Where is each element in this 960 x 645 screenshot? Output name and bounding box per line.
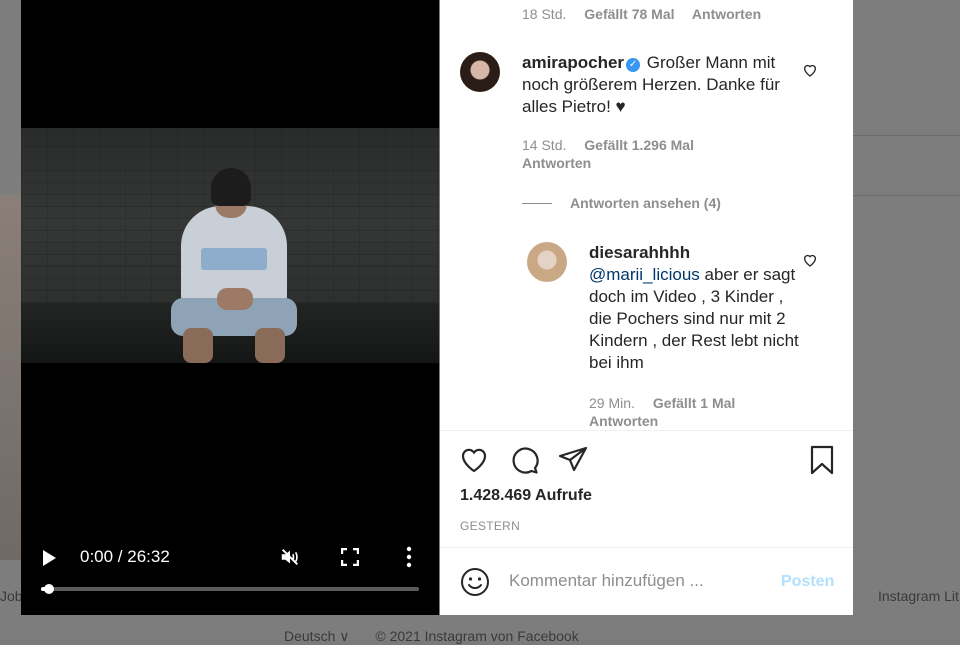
comment-input[interactable]	[509, 571, 769, 591]
hoodie-print	[201, 248, 267, 270]
play-icon[interactable]	[43, 550, 56, 566]
reply-button[interactable]: Antworten	[692, 6, 761, 22]
fullscreen-icon[interactable]	[341, 548, 359, 566]
comment-bubble-icon[interactable]	[508, 444, 540, 476]
divider	[440, 430, 853, 431]
language-selector[interactable]: Deutsch ∨	[284, 628, 350, 644]
comment-time: 29 Min.	[589, 395, 635, 411]
likes-count[interactable]: Gefällt 78 Mal	[584, 6, 674, 22]
video-frame[interactable]	[21, 128, 439, 363]
views-count[interactable]: 1.428.469 Aufrufe	[460, 487, 592, 505]
comment-meta: 14 Std. Gefällt 1.296 Mal Antworten	[522, 136, 772, 172]
avatar[interactable]	[460, 52, 500, 92]
more-options-icon[interactable]	[404, 546, 414, 568]
video-scrubber[interactable]	[43, 584, 54, 594]
legs	[179, 328, 289, 363]
like-comment-heart-icon[interactable]	[802, 62, 818, 78]
emoji-icon[interactable]	[460, 567, 490, 597]
add-comment-bar: Posten	[440, 548, 853, 615]
replies-dash	[522, 203, 552, 204]
like-heart-icon[interactable]	[458, 444, 490, 476]
video-player[interactable]: 0:00 / 26:32	[21, 0, 439, 615]
avatar[interactable]	[527, 242, 567, 282]
leg	[255, 328, 285, 363]
reply-button[interactable]: Antworten	[589, 413, 658, 429]
video-time: 0:00 / 26:32	[80, 547, 170, 566]
comment-mention[interactable]: @marii_licious	[589, 265, 700, 284]
comment-time: 14 Std.	[522, 137, 567, 153]
likes-count[interactable]: Gefällt 1 Mal	[653, 395, 735, 411]
background-post-image	[0, 195, 22, 560]
post-actions	[440, 440, 853, 484]
view-replies-button[interactable]: Antworten ansehen (4)	[522, 195, 721, 211]
background-divider	[853, 135, 960, 136]
muted-speaker-icon[interactable]	[279, 546, 301, 568]
background-divider	[853, 195, 960, 196]
footer-link-jobs[interactable]: Job	[0, 588, 23, 604]
comment-meta: 29 Min. Gefällt 1 Mal Antworten	[589, 394, 809, 430]
leg	[183, 328, 213, 363]
reply-button[interactable]: Antworten	[522, 155, 591, 171]
save-bookmark-icon[interactable]	[806, 444, 838, 476]
cap	[211, 168, 251, 206]
likes-count[interactable]: Gefällt 1.296 Mal	[584, 137, 694, 153]
post-date: GESTERN	[460, 519, 521, 533]
video-controls: 0:00 / 26:32	[21, 540, 439, 580]
share-paper-plane-icon[interactable]	[557, 444, 589, 476]
like-comment-heart-icon[interactable]	[802, 252, 818, 268]
comments-panel: 18 Std. Gefällt 78 Mal Antworten amirapo…	[440, 0, 853, 615]
footer-link-instagram-lite[interactable]: Instagram Lit	[878, 588, 959, 604]
previous-comment-meta: 18 Std. Gefällt 78 Mal Antworten	[522, 6, 775, 22]
verified-badge-icon: ✓	[626, 58, 641, 72]
comment-amirapocher: amirapocher ✓ Großer Mann mit noch größer…	[522, 52, 802, 118]
hands	[217, 288, 253, 310]
comment-username[interactable]: amirapocher	[522, 53, 624, 72]
video-progress-bar[interactable]	[41, 584, 419, 594]
comment-time: 18 Std.	[522, 6, 567, 22]
comment-diesarahhhh: diesarahhhh @marii_licious aber er sagt …	[589, 242, 799, 374]
comment-username[interactable]: diesarahhhh	[589, 243, 690, 262]
seated-person	[169, 168, 299, 363]
footer-bottom: Deutsch ∨ © 2021 Instagram von Facebook	[284, 628, 601, 645]
post-comment-button[interactable]: Posten	[781, 573, 834, 591]
view-replies-label: Antworten ansehen (4)	[570, 195, 721, 211]
copyright-text: © 2021 Instagram von Facebook	[375, 628, 579, 644]
